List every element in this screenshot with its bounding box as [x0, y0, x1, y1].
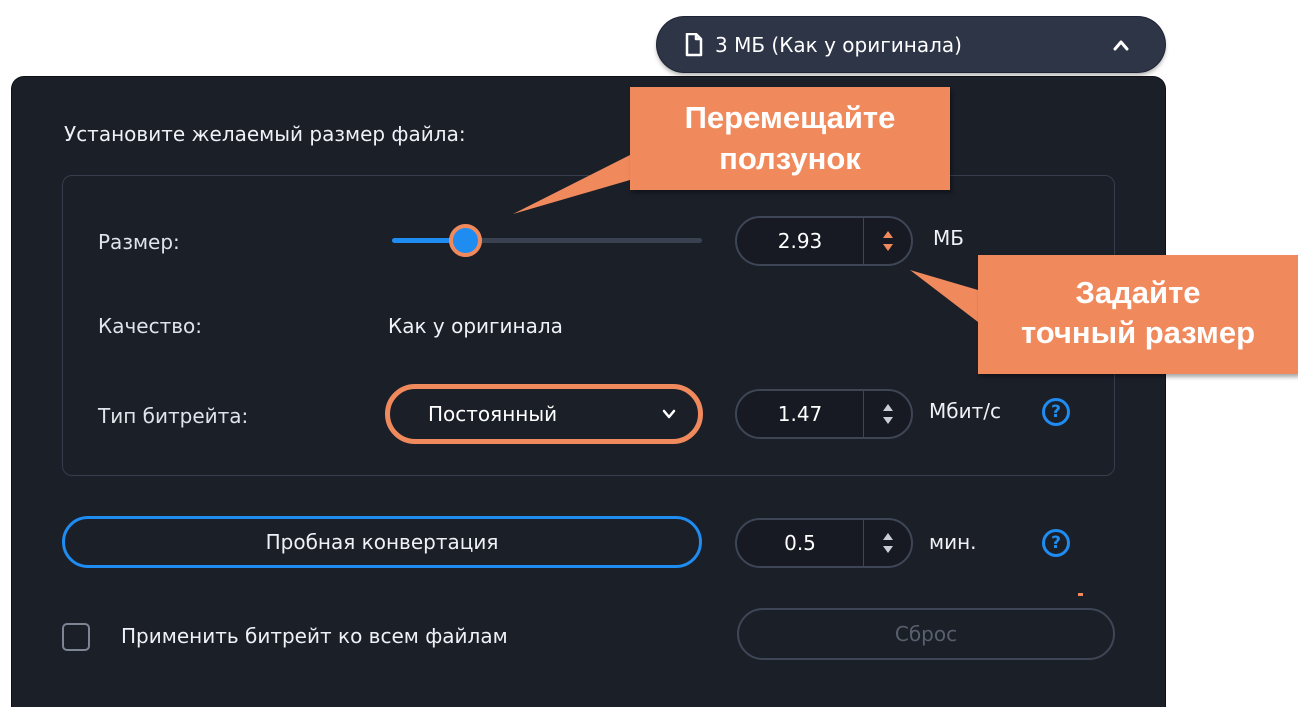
- size-dropdown-label: 3 МБ (Как у оригинала): [715, 32, 962, 57]
- size-decrement-icon[interactable]: [882, 244, 893, 251]
- trial-increment-icon[interactable]: [882, 533, 893, 540]
- bitrate-decrement-icon[interactable]: [882, 417, 893, 424]
- bitrate-value: 1.47: [777, 402, 823, 426]
- size-increment-icon[interactable]: [882, 231, 893, 238]
- trial-decrement-icon[interactable]: [882, 546, 893, 553]
- trial-duration-unit: мин.: [929, 530, 977, 554]
- bitrate-type-value: Постоянный: [428, 402, 558, 426]
- apply-all-checkbox[interactable]: [62, 623, 90, 651]
- chevron-up-icon: [1113, 40, 1129, 50]
- chevron-down-icon: [662, 409, 676, 419]
- reset-button[interactable]: Сброс: [737, 608, 1115, 660]
- callout-slider-hint-text: Перемещайте ползунок: [684, 100, 896, 176]
- callout-size-hint: Задайте точный размер: [978, 255, 1298, 374]
- bitrate-spinbox[interactable]: 1.47: [735, 389, 913, 439]
- apply-all-label[interactable]: Применить битрейт ко всем файлам: [121, 624, 508, 648]
- bitrate-help-icon[interactable]: ?: [1042, 398, 1070, 426]
- callout-size-hint-text: Задайте точный размер: [1020, 275, 1256, 350]
- panel-title: Установите желаемый размер файла:: [64, 122, 466, 146]
- size-value: 2.93: [777, 229, 823, 253]
- trial-conversion-button[interactable]: Пробная конвертация: [62, 516, 702, 568]
- bitrate-unit: Мбит/с: [929, 399, 1001, 423]
- quality-label: Качество:: [98, 314, 202, 338]
- callout-slider-hint: Перемещайте ползунок: [630, 87, 950, 190]
- trial-help-icon[interactable]: ?: [1042, 529, 1070, 557]
- size-spinbox[interactable]: 2.93: [735, 216, 913, 266]
- quality-value: Как у оригинала: [388, 314, 563, 338]
- orange-marker: [1078, 593, 1083, 596]
- bitrate-type-label: Тип битрейта:: [98, 404, 249, 428]
- trial-duration-value: 0.5: [784, 531, 816, 555]
- size-label: Размер:: [98, 230, 180, 254]
- bitrate-type-select[interactable]: Постоянный: [385, 384, 703, 444]
- bitrate-increment-icon[interactable]: [882, 404, 893, 411]
- size-slider-thumb[interactable]: [449, 224, 482, 257]
- size-dropdown[interactable]: 3 МБ (Как у оригинала): [657, 17, 1165, 72]
- file-icon: [685, 32, 703, 56]
- size-unit: МБ: [933, 226, 964, 250]
- trial-duration-spinbox[interactable]: 0.5: [735, 518, 913, 568]
